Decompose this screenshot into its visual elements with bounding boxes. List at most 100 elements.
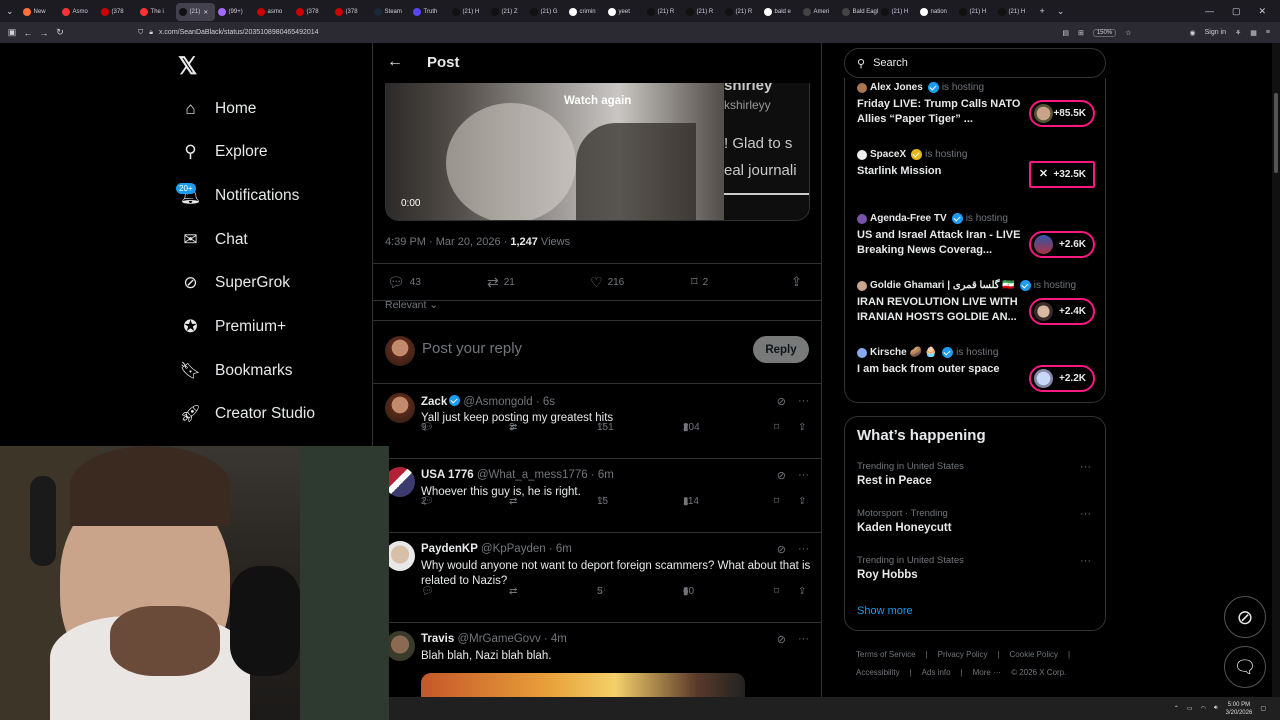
- video-player[interactable]: shirley kshirleyy ! Glad to s eal journa…: [385, 83, 810, 221]
- sidebar-item-premium[interactable]: ✪ Premium+: [180, 312, 286, 342]
- more-options-icon[interactable]: ···: [798, 633, 809, 646]
- browser-tab[interactable]: (21) Z: [488, 3, 527, 21]
- sidebar-item-notifications[interactable]: 🔔︎ 20+ Notifications: [176, 181, 299, 211]
- sort-dropdown[interactable]: Relevant ⌄: [385, 299, 438, 311]
- live-space[interactable]: SpaceX is hosting Starlink Mission ✕ +32.5K: [857, 149, 1097, 188]
- reply-tweet[interactable]: Zack @Asmongold · 6s ⊘ ··· Yall just keep p…: [373, 385, 821, 459]
- browser-tab[interactable]: nation: [917, 3, 956, 21]
- forward-icon[interactable]: →: [36, 28, 52, 38]
- avatar[interactable]: [385, 467, 415, 497]
- host-name[interactable]: SpaceX: [870, 149, 906, 160]
- author-handle[interactable]: @MrGameGovv · 4m: [457, 633, 566, 645]
- listener-count-pill[interactable]: ✕ +32.5K: [1029, 161, 1095, 188]
- browser-tab[interactable]: (21) R: [683, 3, 722, 21]
- listener-count-pill[interactable]: +85.5K: [1029, 100, 1095, 127]
- listener-count-pill[interactable]: +2.4K: [1029, 298, 1095, 325]
- avatar[interactable]: [385, 631, 415, 661]
- browser-tab[interactable]: (21) H: [956, 3, 995, 21]
- notification-center-icon[interactable]: ▢: [1260, 705, 1266, 712]
- live-space[interactable]: Kirsche 🥔 🧁 is hosting I am back from oute…: [857, 347, 1097, 392]
- more-options-icon[interactable]: ···: [1080, 461, 1091, 473]
- more-options-icon[interactable]: ···: [798, 395, 809, 408]
- browser-tab[interactable]: New: [20, 3, 59, 21]
- post-time[interactable]: 4:39 PM · Mar 20, 2026 ·: [385, 236, 510, 248]
- tab-list-icon[interactable]: ⌄: [6, 6, 14, 17]
- url-field[interactable]: ⛉ 🔒︎ x.com/SeanDaBlack/status/2035108980…: [132, 24, 1132, 41]
- minimize-icon[interactable]: —: [1205, 6, 1214, 16]
- menu-icon[interactable]: ≡: [1266, 29, 1270, 36]
- sidebar-item-bookmarks[interactable]: 🔖︎ Bookmarks: [180, 356, 293, 386]
- grok-icon[interactable]: ⊘: [777, 395, 786, 408]
- browser-tab[interactable]: (21) H: [995, 3, 1034, 21]
- maximize-icon[interactable]: ▢: [1232, 6, 1241, 17]
- grok-icon[interactable]: ⊘: [777, 469, 786, 482]
- bookmark-action[interactable]: ⌑ 2: [691, 274, 708, 290]
- reply-button[interactable]: Reply: [753, 336, 809, 363]
- trend-item[interactable]: Trending in United States Rest in Peace ··…: [857, 461, 1097, 487]
- sidebar-item-chat[interactable]: ✉ Chat: [180, 225, 247, 255]
- browser-tab[interactable]: Ameri: [800, 3, 839, 21]
- host-name[interactable]: Kirsche 🥔 🧁: [870, 347, 937, 358]
- translate-icon[interactable]: ⊞: [1078, 29, 1084, 37]
- live-space[interactable]: Goldie Ghamari | گلسا قمری 🇮🇷 is hosting I…: [857, 280, 1097, 325]
- browser-tab[interactable]: Steam: [371, 3, 410, 21]
- repost-action[interactable]: ⇄ 21: [487, 274, 515, 291]
- more-options-icon[interactable]: ···: [798, 543, 809, 556]
- author-name[interactable]: USA 1776: [421, 469, 474, 481]
- wifi-icon[interactable]: ◠: [1201, 705, 1206, 712]
- host-name[interactable]: Goldie Ghamari | گلسا قمری 🇮🇷: [870, 280, 1015, 291]
- author-name[interactable]: Zack: [421, 396, 447, 408]
- share-action[interactable]: ⇪: [791, 274, 802, 290]
- sidebar-item-explore[interactable]: ⚲ Explore: [180, 137, 267, 167]
- browser-tab[interactable]: (21) H: [878, 3, 917, 21]
- scrollbar[interactable]: [1272, 43, 1280, 697]
- browser-tab[interactable]: crimin: [566, 3, 605, 21]
- grok-icon[interactable]: ⊘: [777, 543, 786, 556]
- show-more-link[interactable]: Show more: [857, 605, 913, 617]
- browser-tab[interactable]: bald e: [761, 3, 800, 21]
- browser-tab[interactable]: asmo: [254, 3, 293, 21]
- browser-tab[interactable]: Asmo: [59, 3, 98, 21]
- live-space[interactable]: Alex Jones is hosting Friday LIVE: Trump C…: [857, 82, 1097, 127]
- more-options-icon[interactable]: ···: [1080, 555, 1091, 567]
- zoom-level[interactable]: 150%: [1092, 28, 1117, 37]
- x-logo[interactable]: 𝕏: [178, 52, 197, 81]
- author-name[interactable]: PaydenKP: [421, 543, 478, 555]
- host-name[interactable]: Alex Jones: [870, 82, 923, 93]
- footer-link[interactable]: Cookie Policy: [1010, 650, 1058, 659]
- more-options-icon[interactable]: ···: [1080, 508, 1091, 520]
- author-handle[interactable]: @KpPayden · 6m: [481, 543, 572, 555]
- reader-icon[interactable]: ▤: [1062, 29, 1069, 37]
- footer-link[interactable]: Privacy Policy: [938, 650, 988, 659]
- tray-chevron-icon[interactable]: ⌃: [1174, 705, 1179, 712]
- trend-item[interactable]: Motorsport · Trending Kaden Honeycutt ···: [857, 508, 1097, 534]
- browser-tab[interactable]: (21) G: [527, 3, 566, 21]
- avatar[interactable]: [385, 541, 415, 571]
- like-action[interactable]: ♡ 216: [590, 274, 624, 291]
- sidebar-toggle-icon[interactable]: ▣: [4, 27, 20, 38]
- reply-input[interactable]: Post your reply: [422, 340, 522, 357]
- search-input[interactable]: ⚲ Search: [844, 48, 1106, 78]
- live-space[interactable]: Agenda-Free TV is hosting US and Israel At…: [857, 213, 1097, 258]
- browser-tab[interactable]: (21) R: [644, 3, 683, 21]
- back-icon[interactable]: ←: [20, 28, 36, 38]
- clock[interactable]: 5:00 PM 3/20/2026: [1226, 701, 1253, 717]
- network-icon[interactable]: ▭: [1187, 705, 1193, 712]
- browser-tab[interactable]: (378: [332, 3, 371, 21]
- reply-action[interactable]: 💬︎ 43: [387, 274, 421, 291]
- extensions-icon[interactable]: ⚘: [1235, 29, 1241, 37]
- trend-item[interactable]: Trending in United States Roy Hobbs ···: [857, 555, 1097, 581]
- browser-tab[interactable]: (21) H: [449, 3, 488, 21]
- sidebar-item-home[interactable]: ⌂ Home: [180, 94, 256, 124]
- lock-icon[interactable]: 🔒︎: [149, 29, 153, 37]
- grok-fab-button[interactable]: ⊘: [1224, 596, 1266, 638]
- author-handle[interactable]: @Asmongold · 6s: [463, 396, 555, 408]
- scrollbar-thumb[interactable]: [1274, 93, 1278, 173]
- close-icon[interactable]: ✕: [1258, 6, 1266, 17]
- browser-tab[interactable]: (378: [98, 3, 137, 21]
- reply-tweet[interactable]: PaydenKP @KpPayden · 6m ⊘ ··· Why would any…: [373, 533, 821, 623]
- avatar[interactable]: [385, 393, 415, 423]
- footer-link[interactable]: Terms of Service: [856, 650, 916, 659]
- sidebar-item-creator-studio[interactable]: 🚀︎ Creator Studio: [180, 399, 315, 429]
- reply-tweet[interactable]: USA 1776 @What_a_mess1776 · 6m ⊘ ··· Whoeve…: [373, 459, 821, 533]
